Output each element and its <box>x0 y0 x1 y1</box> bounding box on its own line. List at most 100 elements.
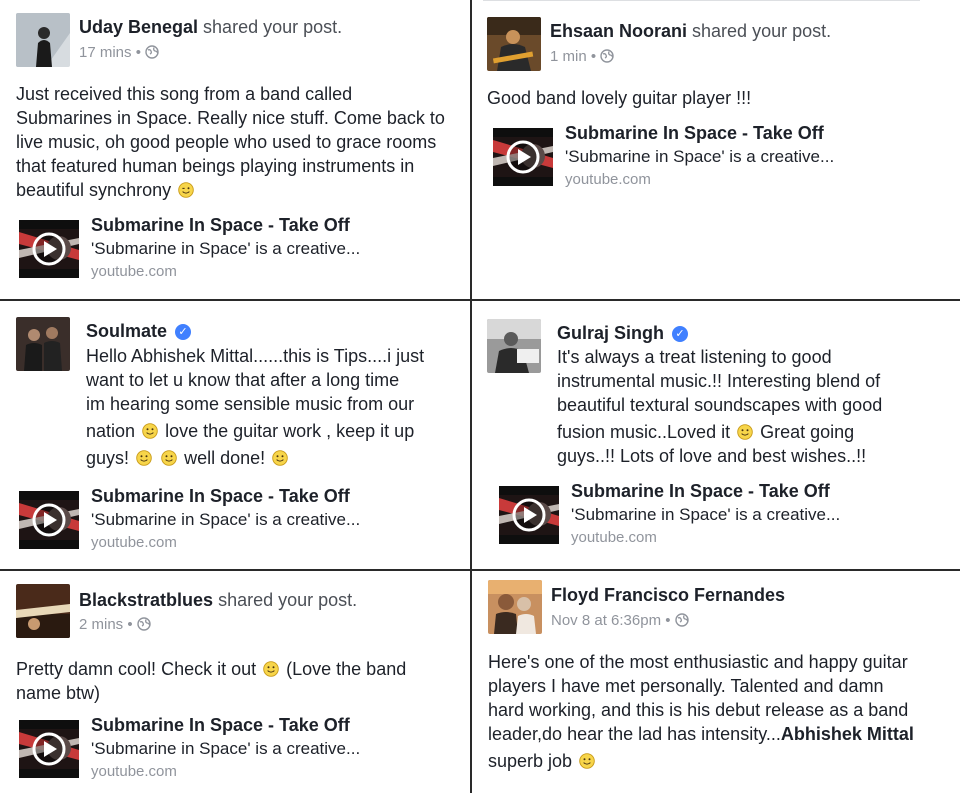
post-text: Here's one of the most enthusiastic and … <box>488 650 948 773</box>
top-border <box>483 0 920 1</box>
smiley-emoji-icon <box>263 661 279 677</box>
link-preview[interactable]: Submarine In Space - Take Off 'Submarine… <box>499 481 939 556</box>
text-line: name btw) <box>16 683 101 703</box>
text-line: beautiful textural soundscapes with good <box>557 395 883 415</box>
avatar[interactable] <box>16 584 70 638</box>
post-text: Good band lovely guitar player !!! <box>487 86 932 110</box>
action-text: shared your post. <box>213 590 358 610</box>
link-title[interactable]: Submarine In Space - Take Off <box>571 481 830 502</box>
video-thumbnail[interactable] <box>499 486 559 544</box>
timestamp[interactable]: 17 mins • <box>79 44 159 61</box>
text-line: fusion music..Loved it <box>557 422 731 442</box>
time-text[interactable]: Nov 8 at 6:36pm <box>551 612 661 629</box>
globe-icon <box>600 49 614 63</box>
author-name-text[interactable]: Gulraj Singh <box>557 323 664 343</box>
text-line: that featured human beings playing instr… <box>16 156 415 176</box>
smiley-emoji-icon <box>579 753 595 769</box>
link-preview[interactable]: Submarine In Space - Take Off 'Submarine… <box>19 715 459 790</box>
avatar[interactable] <box>487 319 541 373</box>
text-line: guys! <box>86 448 130 468</box>
smiley-emoji-icon <box>136 450 152 466</box>
text-line: superb job <box>488 751 573 771</box>
author-name[interactable]: Floyd Francisco Fernandes <box>551 585 785 606</box>
author-name-text[interactable]: Blackstratblues <box>79 590 213 610</box>
link-domain: youtube.com <box>91 263 177 280</box>
author-name[interactable]: Uday Benegal shared your post. <box>79 17 342 38</box>
video-thumbnail[interactable] <box>19 720 79 778</box>
column-divider <box>470 0 472 793</box>
smiley-emoji-icon <box>142 423 158 439</box>
video-thumbnail[interactable] <box>19 491 79 549</box>
avatar[interactable] <box>16 13 70 67</box>
author-name-text[interactable]: Ehsaan Noorani <box>550 21 687 41</box>
link-description: 'Submarine in Space' is a creative... <box>91 739 361 758</box>
text-line: It's always a treat listening to good <box>557 347 832 367</box>
text-line: Submarines in Space. Really nice stuff. … <box>16 108 445 128</box>
text-line: (Love the band <box>281 659 407 679</box>
link-preview[interactable]: Submarine In Space - Take Off 'Submarine… <box>493 123 933 198</box>
text-line: Great going <box>755 422 855 442</box>
link-preview[interactable]: Submarine In Space - Take Off 'Submarine… <box>19 215 459 290</box>
text-line: hard working, and this is his debut rele… <box>488 700 909 720</box>
link-title[interactable]: Submarine In Space - Take Off <box>91 486 350 507</box>
link-title[interactable]: Submarine In Space - Take Off <box>565 123 824 144</box>
link-domain: youtube.com <box>571 529 657 546</box>
author-name[interactable]: Blackstratblues shared your post. <box>79 590 357 611</box>
separator: • <box>127 616 133 633</box>
video-thumbnail[interactable] <box>493 128 553 186</box>
link-title[interactable]: Submarine In Space - Take Off <box>91 715 350 736</box>
separator: • <box>590 48 597 65</box>
globe-icon <box>145 45 159 59</box>
text-line: want to let u know that after a long tim… <box>86 370 400 390</box>
author-name-text[interactable]: Floyd Francisco Fernandes <box>551 585 785 605</box>
timestamp[interactable]: 1 min • <box>550 48 614 65</box>
row-divider <box>0 569 960 571</box>
link-domain: youtube.com <box>91 763 177 780</box>
text-line: instrumental music.!! Interesting blend … <box>557 371 881 391</box>
link-preview[interactable]: Submarine In Space - Take Off 'Submarine… <box>19 486 459 561</box>
verified-badge-icon: ✓ <box>175 324 192 340</box>
link-description: 'Submarine in Space' is a creative... <box>91 510 361 529</box>
time-text[interactable]: 1 min <box>550 48 587 65</box>
text-line: nation <box>86 421 136 441</box>
author-name-text[interactable]: Uday Benegal <box>79 17 198 37</box>
time-text[interactable]: 17 mins <box>79 44 132 61</box>
text-line: Here's one of the most enthusiastic and … <box>488 652 908 672</box>
text-line: Pretty damn cool! Check it out <box>16 659 257 679</box>
text-line: leader,do hear the lad has intensity... <box>488 724 781 744</box>
row-divider <box>0 299 960 301</box>
author-name-text[interactable]: Soulmate <box>86 321 167 341</box>
verified-badge-icon: ✓ <box>672 326 689 342</box>
text-line: im hearing some sensible music from our <box>86 394 415 414</box>
text-line: well done! <box>184 448 266 468</box>
link-domain: youtube.com <box>91 534 177 551</box>
globe-icon <box>675 613 689 627</box>
author-name[interactable]: Ehsaan Noorani shared your post. <box>550 21 831 42</box>
globe-icon <box>137 617 151 631</box>
link-description: 'Submarine in Space' is a creative... <box>565 147 835 166</box>
wink-emoji-icon <box>178 182 194 198</box>
timestamp[interactable]: Nov 8 at 6:36pm • <box>551 612 689 629</box>
time-text[interactable]: 2 mins <box>79 616 123 633</box>
avatar[interactable] <box>16 317 70 371</box>
post-text: It's always a treat listening to good in… <box>557 345 952 468</box>
timestamp[interactable]: 2 mins • <box>79 616 151 633</box>
mention-link[interactable]: Abhishek Mittal <box>781 724 914 744</box>
link-title[interactable]: Submarine In Space - Take Off <box>91 215 350 236</box>
link-description: 'Submarine in Space' is a creative... <box>91 239 361 258</box>
author-name[interactable]: Soulmate ✓ <box>86 321 192 342</box>
video-thumbnail[interactable] <box>19 220 79 278</box>
post-text: Hello Abhishek Mittal......this is Tips.… <box>86 344 464 470</box>
avatar[interactable] <box>488 580 542 634</box>
separator: • <box>665 612 671 629</box>
link-description: 'Submarine in Space' is a creative... <box>571 505 841 524</box>
text-line: live music, oh good people who used to g… <box>16 132 437 152</box>
link-domain: youtube.com <box>565 171 651 188</box>
action-text: shared your post. <box>198 17 343 37</box>
smiley-emoji-icon <box>161 450 177 466</box>
author-name[interactable]: Gulraj Singh ✓ <box>557 323 689 344</box>
text-line: Hello Abhishek Mittal......this is Tips.… <box>86 346 425 366</box>
smiley-emoji-icon <box>737 424 753 440</box>
action-text: shared your post. <box>687 21 832 41</box>
avatar[interactable] <box>487 17 541 71</box>
